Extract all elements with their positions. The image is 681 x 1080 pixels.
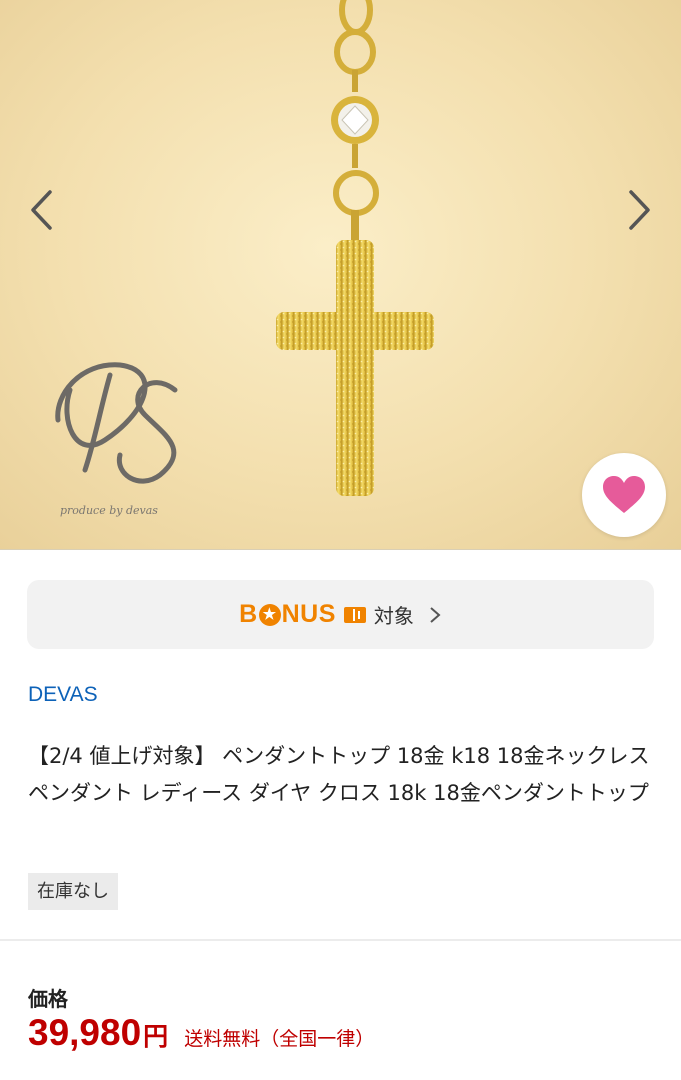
bonus-label: 対象: [373, 604, 414, 628]
favorite-button[interactable]: [582, 453, 666, 537]
star-icon: [258, 603, 281, 626]
stock-status-badge: 在庫なし: [28, 873, 118, 910]
svg-text:produce by devas: produce by devas: [60, 504, 158, 517]
product-photo: produce by devas: [55, 0, 434, 517]
shop-name-link[interactable]: DEVAS: [28, 683, 98, 707]
price-currency: 円: [143, 1022, 169, 1051]
chevron-left-icon: [31, 190, 52, 230]
product-image-carousel[interactable]: produce by devas: [0, 0, 681, 550]
section-divider: [0, 939, 681, 941]
chevron-right-icon: [629, 190, 650, 230]
card-icon: [343, 606, 366, 623]
shipping-info: 送料無料（全国一律）: [184, 1028, 375, 1050]
previous-image-button[interactable]: [20, 185, 64, 235]
price-row: 39,980 円 送料無料（全国一律）: [28, 1012, 374, 1062]
bonus-logo: BNUS: [239, 600, 336, 629]
image-divider: [0, 549, 681, 550]
product-title: 【2/4 値上げ対象】 ペンダントトップ 18金 k18 18金ネックレス ペン…: [28, 744, 650, 805]
next-image-button[interactable]: [618, 185, 662, 235]
price-label: 価格: [28, 987, 68, 1011]
brand-logo-watermark: [55, 362, 178, 484]
bonus-eligible-banner[interactable]: BNUS 対象: [27, 580, 654, 649]
heart-icon: [603, 476, 645, 513]
chevron-right-icon: [430, 606, 441, 623]
price-value: 39,980: [28, 1012, 142, 1053]
